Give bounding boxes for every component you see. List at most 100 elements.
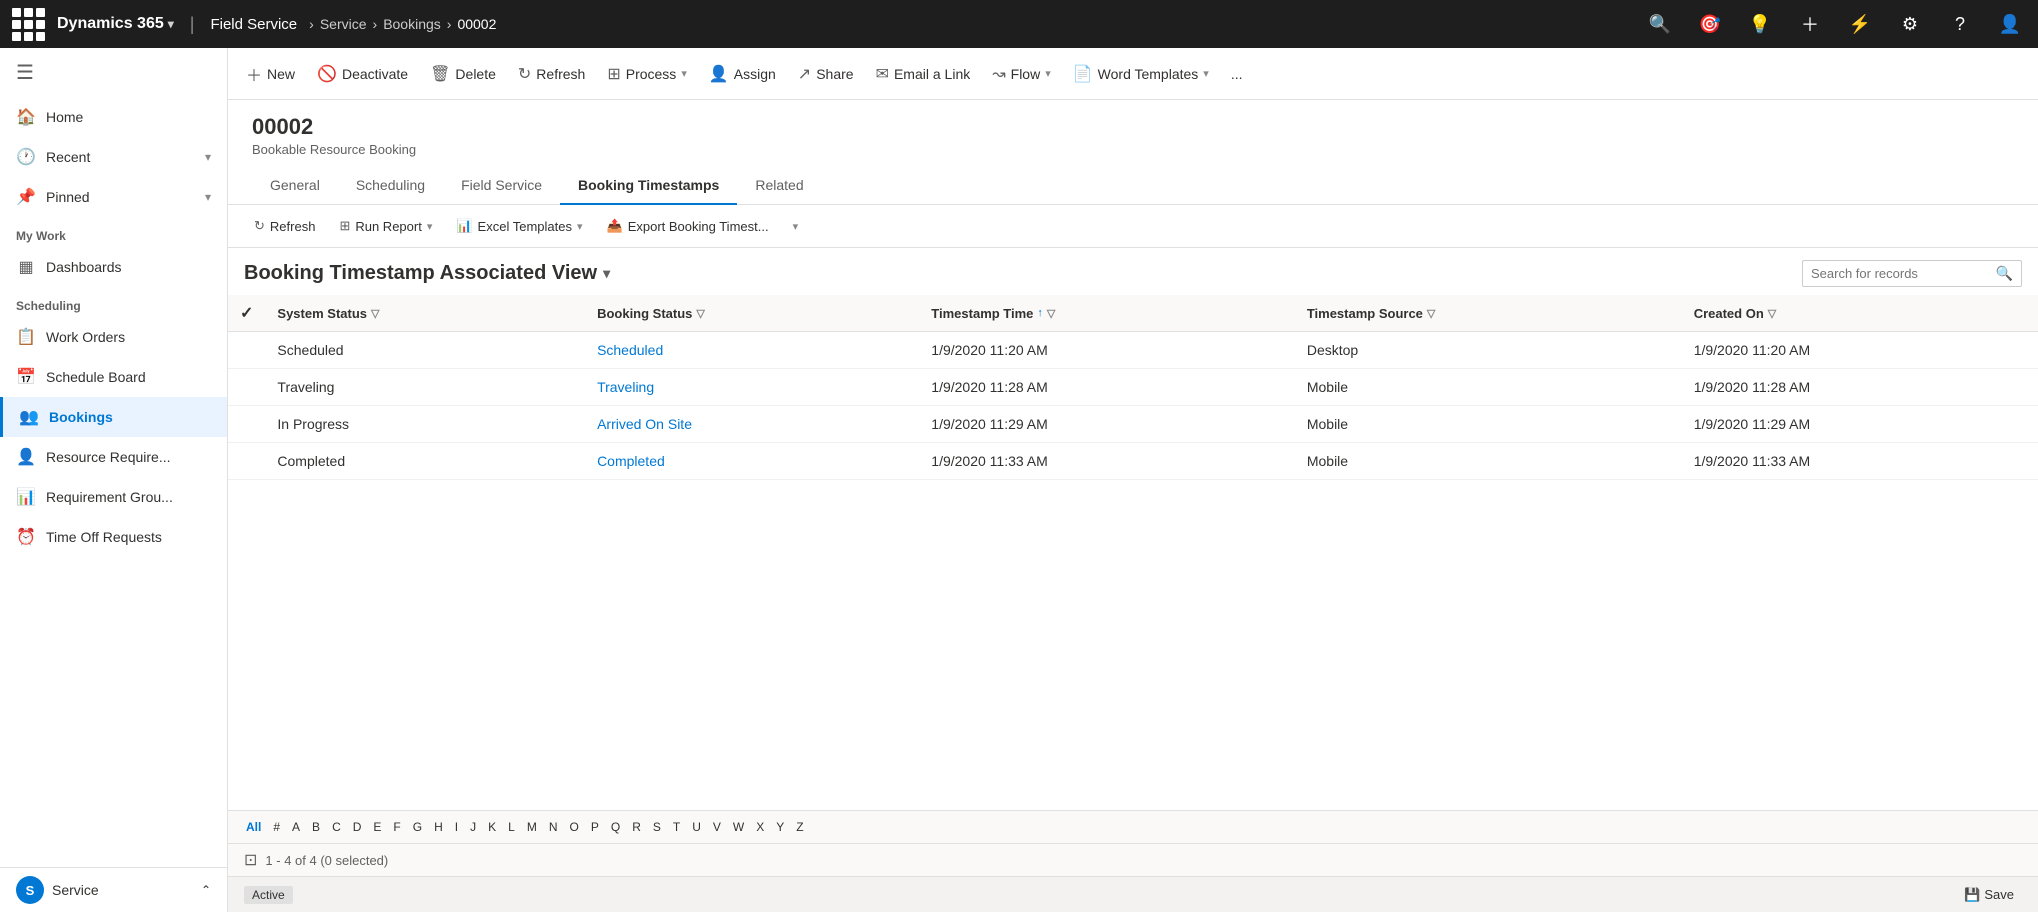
row-booking-status-1[interactable]: Traveling: [585, 369, 919, 406]
row-checkbox-1[interactable]: [228, 369, 265, 406]
sidebar-item-pinned[interactable]: 📌 Pinned ▾: [0, 177, 227, 217]
help-icon-btn[interactable]: ?: [1944, 8, 1976, 40]
sidebar-toggle[interactable]: ☰: [0, 48, 227, 97]
sidebar-item-bookings[interactable]: 👥 Bookings: [0, 397, 227, 437]
table-row[interactable]: Completed Completed 1/9/2020 11:33 AM Mo…: [228, 443, 2038, 480]
alpha-letter-m[interactable]: M: [521, 817, 543, 837]
alpha-letter-h[interactable]: H: [428, 817, 449, 837]
alpha-letter-y[interactable]: Y: [770, 817, 790, 837]
booking-status-filter-icon[interactable]: ▽: [696, 307, 704, 320]
view-title[interactable]: Booking Timestamp Associated View ▾: [244, 262, 610, 285]
tab-related[interactable]: Related: [737, 167, 821, 205]
settings-icon-btn[interactable]: ⚙: [1894, 8, 1926, 40]
tab-scheduling[interactable]: Scheduling: [338, 167, 443, 205]
share-button[interactable]: ↗ Share: [788, 58, 864, 90]
more-button[interactable]: ...: [1221, 60, 1253, 88]
alpha-letter-x[interactable]: X: [750, 817, 770, 837]
email-link-button[interactable]: ✉ Email a Link: [866, 58, 981, 90]
row-checkbox-2[interactable]: [228, 406, 265, 443]
tab-general[interactable]: General: [252, 167, 338, 205]
run-report-button[interactable]: ⊞ Run Report ▾: [329, 213, 442, 239]
table-row[interactable]: In Progress Arrived On Site 1/9/2020 11:…: [228, 406, 2038, 443]
row-booking-status-2[interactable]: Arrived On Site: [585, 406, 919, 443]
row-checkbox-0[interactable]: [228, 332, 265, 369]
sidebar-service-section[interactable]: S Service ⌃: [0, 867, 227, 912]
search-box[interactable]: 🔍: [1802, 260, 2022, 287]
alpha-letter-t[interactable]: T: [667, 817, 686, 837]
assign-button[interactable]: 👤 Assign: [699, 58, 786, 90]
alpha-letter-i[interactable]: I: [449, 817, 464, 837]
breadcrumb-bookings[interactable]: Bookings: [383, 16, 441, 32]
alpha-letter-z[interactable]: Z: [790, 817, 809, 837]
alpha-letter-s[interactable]: S: [647, 817, 667, 837]
sidebar-item-dashboards[interactable]: ▦ Dashboards: [0, 247, 227, 287]
brand-chevron[interactable]: ▾: [168, 17, 174, 31]
table-row[interactable]: Scheduled Scheduled 1/9/2020 11:20 AM De…: [228, 332, 2038, 369]
inner-refresh-button[interactable]: ↻ Refresh: [244, 213, 325, 239]
sidebar-item-home[interactable]: 🏠 Home: [0, 97, 227, 137]
created-on-filter-icon[interactable]: ▽: [1768, 307, 1776, 320]
alpha-letter-e[interactable]: E: [367, 817, 387, 837]
alpha-letter-d[interactable]: D: [347, 817, 368, 837]
alpha-letter-j[interactable]: J: [464, 817, 482, 837]
timestamp-source-filter-icon[interactable]: ▽: [1427, 307, 1435, 320]
app-grid-icon[interactable]: [12, 8, 45, 41]
alpha-letter-l[interactable]: L: [502, 817, 521, 837]
row-checkbox-3[interactable]: [228, 443, 265, 480]
table-row[interactable]: Traveling Traveling 1/9/2020 11:28 AM Mo…: [228, 369, 2038, 406]
timestamp-filter-icon[interactable]: ▽: [1047, 307, 1055, 320]
user-icon-btn[interactable]: 👤: [1994, 8, 2026, 40]
alpha-letter-f[interactable]: F: [387, 817, 406, 837]
filter-icon-btn[interactable]: ⚡: [1844, 8, 1876, 40]
save-button[interactable]: 💾 Save: [1956, 883, 2022, 907]
sidebar-item-recent[interactable]: 🕐 Recent ▾: [0, 137, 227, 177]
alpha-letter-k[interactable]: K: [482, 817, 502, 837]
brand-logo[interactable]: Dynamics 365 ▾: [57, 15, 174, 33]
alpha-letter-o[interactable]: O: [564, 817, 585, 837]
sidebar-item-work-orders[interactable]: 📋 Work Orders: [0, 317, 227, 357]
deactivate-button[interactable]: 🚫 Deactivate: [307, 58, 418, 90]
alpha-letter-c[interactable]: C: [326, 817, 347, 837]
sidebar-item-schedule-board[interactable]: 📅 Schedule Board: [0, 357, 227, 397]
select-all-header[interactable]: ✓: [228, 295, 265, 332]
alpha-letter-r[interactable]: R: [626, 817, 647, 837]
breadcrumb-service[interactable]: Service: [320, 16, 367, 32]
sidebar-item-req-groups[interactable]: 📊 Requirement Grou...: [0, 477, 227, 517]
system-status-filter-icon[interactable]: ▽: [371, 307, 379, 320]
alpha-letter-all[interactable]: All: [240, 817, 267, 837]
alpha-letter-q[interactable]: Q: [605, 817, 626, 837]
process-icon: ⊞: [607, 64, 620, 84]
new-button[interactable]: ＋ New: [236, 56, 305, 92]
process-button[interactable]: ⊞ Process ▾: [597, 58, 697, 90]
refresh-button[interactable]: ↻ Refresh: [508, 58, 595, 90]
alpha-letter-v[interactable]: V: [707, 817, 727, 837]
footer-nav-icon[interactable]: ⊡: [244, 850, 257, 870]
tab-field-service[interactable]: Field Service: [443, 167, 560, 205]
recent-icon-btn[interactable]: 🎯: [1694, 8, 1726, 40]
alpha-letter-a[interactable]: A: [286, 817, 306, 837]
flow-button[interactable]: ↝ Flow ▾: [982, 58, 1061, 90]
search-input[interactable]: [1811, 266, 1990, 281]
alpha-letter-w[interactable]: W: [727, 817, 750, 837]
sidebar-item-resource-req[interactable]: 👤 Resource Require...: [0, 437, 227, 477]
export-booking-button[interactable]: 📤 Export Booking Timest...: [597, 213, 779, 239]
word-templates-button[interactable]: 📄 Word Templates ▾: [1063, 58, 1219, 90]
alpha-letter-n[interactable]: N: [543, 817, 564, 837]
select-all-icon[interactable]: ✓: [240, 305, 253, 322]
row-booking-status-0[interactable]: Scheduled: [585, 332, 919, 369]
alpha-letter-b[interactable]: B: [306, 817, 326, 837]
search-icon-btn[interactable]: 🔍: [1644, 8, 1676, 40]
timestamp-sort-icon[interactable]: ↑: [1037, 307, 1043, 319]
export-dropdown-btn[interactable]: ▾: [783, 215, 809, 238]
excel-templates-button[interactable]: 📊 Excel Templates ▾: [446, 213, 592, 239]
alpha-letter-u[interactable]: U: [686, 817, 707, 837]
alpha-letter-p[interactable]: P: [585, 817, 605, 837]
row-booking-status-3[interactable]: Completed: [585, 443, 919, 480]
new-record-btn[interactable]: ＋: [1794, 8, 1826, 40]
alpha-letter-g[interactable]: G: [407, 817, 428, 837]
tab-booking-timestamps[interactable]: Booking Timestamps: [560, 167, 737, 205]
what-new-icon-btn[interactable]: 💡: [1744, 8, 1776, 40]
alpha-letter-#[interactable]: #: [267, 817, 286, 837]
sidebar-item-time-off[interactable]: ⏰ Time Off Requests: [0, 517, 227, 557]
delete-button[interactable]: 🗑 Delete: [420, 58, 506, 90]
